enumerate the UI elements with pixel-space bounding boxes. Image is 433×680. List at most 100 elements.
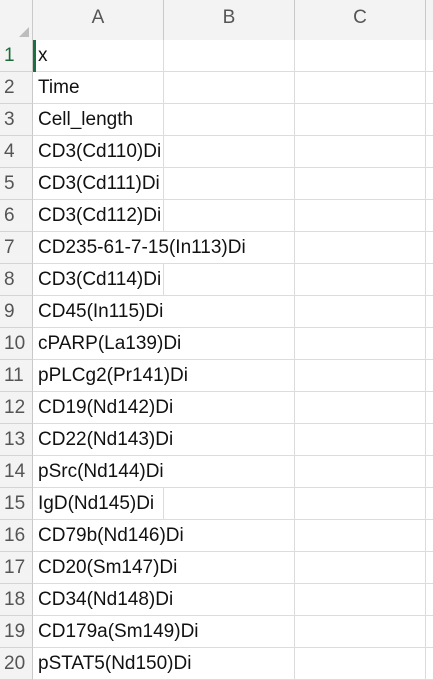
cell-b[interactable] (164, 488, 295, 520)
row-header[interactable]: 4 (0, 136, 33, 168)
row-header[interactable]: 13 (0, 424, 33, 456)
cell-c[interactable] (295, 424, 426, 456)
cell-a[interactable]: CD19(Nd142)Di (33, 392, 173, 424)
cell-partial[interactable] (426, 264, 433, 296)
cell-b[interactable] (164, 136, 295, 168)
row-header[interactable]: 18 (0, 584, 33, 616)
cell-partial[interactable] (426, 296, 433, 328)
row-header[interactable]: 3 (0, 104, 33, 136)
cell-partial[interactable] (426, 104, 433, 136)
cell-a[interactable]: CD22(Nd143)Di (33, 424, 173, 456)
cell-c[interactable] (295, 552, 426, 584)
cell-partial[interactable] (426, 424, 433, 456)
cell-b[interactable] (164, 296, 295, 328)
row-header[interactable]: 19 (0, 616, 33, 648)
cell-partial[interactable] (426, 200, 433, 232)
cell-c[interactable] (295, 296, 426, 328)
row-header[interactable]: 7 (0, 232, 33, 264)
cell-partial[interactable] (426, 392, 433, 424)
cell-c[interactable] (295, 584, 426, 616)
cell-a[interactable]: CD3(Cd112)Di (33, 200, 164, 232)
column-header-a[interactable]: A (33, 0, 164, 40)
cell-partial[interactable] (426, 584, 433, 616)
cell-a[interactable]: CD45(In115)Di (33, 296, 164, 328)
cell-b[interactable] (164, 264, 295, 296)
cell-c[interactable] (295, 200, 426, 232)
cell-partial[interactable] (426, 328, 433, 360)
cell-c[interactable] (295, 360, 426, 392)
row-header[interactable]: 9 (0, 296, 33, 328)
cell-c[interactable] (295, 616, 426, 648)
cell-c[interactable] (295, 136, 426, 168)
cell-partial[interactable] (426, 232, 433, 264)
row-header[interactable]: 5 (0, 168, 33, 200)
cell-b[interactable] (164, 200, 295, 232)
row-header[interactable]: 10 (0, 328, 33, 360)
cell-a[interactable]: CD34(Nd148)Di (33, 584, 173, 616)
select-all-corner[interactable] (0, 0, 33, 40)
row-header[interactable]: 11 (0, 360, 33, 392)
row-header[interactable]: 6 (0, 200, 33, 232)
cell-c[interactable] (295, 328, 426, 360)
cell-c[interactable] (295, 72, 426, 104)
cell-b[interactable] (164, 40, 295, 72)
row-header[interactable]: 17 (0, 552, 33, 584)
cell-b[interactable] (164, 328, 295, 360)
cell-b[interactable] (164, 456, 295, 488)
cell-a[interactable]: CD20(Sm147)Di (33, 552, 177, 584)
cell-partial[interactable] (426, 40, 433, 72)
row-header[interactable]: 14 (0, 456, 33, 488)
cell-c[interactable] (295, 40, 426, 72)
row-header[interactable]: 2 (0, 72, 33, 104)
cell-a[interactable]: pSrc(Nd144)Di (33, 456, 164, 488)
cell-b[interactable] (164, 392, 295, 424)
cell-partial[interactable] (426, 648, 433, 680)
cell-c[interactable] (295, 456, 426, 488)
row-header[interactable]: 20 (0, 648, 33, 680)
cell-b[interactable] (164, 424, 295, 456)
cell-partial[interactable] (426, 520, 433, 552)
cell-partial[interactable] (426, 552, 433, 584)
cell-c[interactable] (295, 168, 426, 200)
cell-a[interactable]: CD179a(Sm149)Di (33, 616, 199, 648)
cell-partial[interactable] (426, 488, 433, 520)
row-header[interactable]: 1 (0, 40, 33, 72)
cell-b[interactable] (164, 552, 295, 584)
cell-c[interactable] (295, 488, 426, 520)
cell-c[interactable] (295, 392, 426, 424)
cell-a[interactable]: CD79b(Nd146)Di (33, 520, 184, 552)
row-header[interactable]: 8 (0, 264, 33, 296)
cell-b[interactable] (164, 584, 295, 616)
cell-c[interactable] (295, 232, 426, 264)
column-header-c[interactable]: C (295, 0, 426, 40)
cell-partial[interactable] (426, 616, 433, 648)
cell-a[interactable]: Time (33, 72, 164, 104)
cell-partial[interactable] (426, 72, 433, 104)
cell-a[interactable]: pSTAT5(Nd150)Di (33, 648, 191, 680)
cell-a[interactable]: cPARP(La139)Di (33, 328, 181, 360)
cell-c[interactable] (295, 648, 426, 680)
column-header-partial[interactable] (426, 0, 433, 40)
cell-c[interactable] (295, 104, 426, 136)
cell-b[interactable] (164, 168, 295, 200)
cell-c[interactable] (295, 264, 426, 296)
row-header[interactable]: 12 (0, 392, 33, 424)
cell-partial[interactable] (426, 136, 433, 168)
cell-a[interactable]: CD3(Cd111)Di (33, 168, 164, 200)
cell-a[interactable]: IgD(Nd145)Di (33, 488, 164, 520)
cell-a[interactable]: x (33, 40, 164, 72)
cell-a[interactable]: Cell_length (33, 104, 164, 136)
row-header[interactable]: 16 (0, 520, 33, 552)
cell-partial[interactable] (426, 456, 433, 488)
cell-partial[interactable] (426, 360, 433, 392)
cell-b[interactable] (164, 72, 295, 104)
cell-a[interactable]: CD3(Cd110)Di (33, 136, 164, 168)
cell-c[interactable] (295, 520, 426, 552)
row-header[interactable]: 15 (0, 488, 33, 520)
cell-b[interactable] (164, 104, 295, 136)
cell-a[interactable]: pPLCg2(Pr141)Di (33, 360, 188, 392)
cell-a[interactable]: CD235-61-7-15(In113)Di (33, 232, 246, 264)
cell-partial[interactable] (426, 168, 433, 200)
column-header-b[interactable]: B (164, 0, 295, 40)
cell-a[interactable]: CD3(Cd114)Di (33, 264, 164, 296)
